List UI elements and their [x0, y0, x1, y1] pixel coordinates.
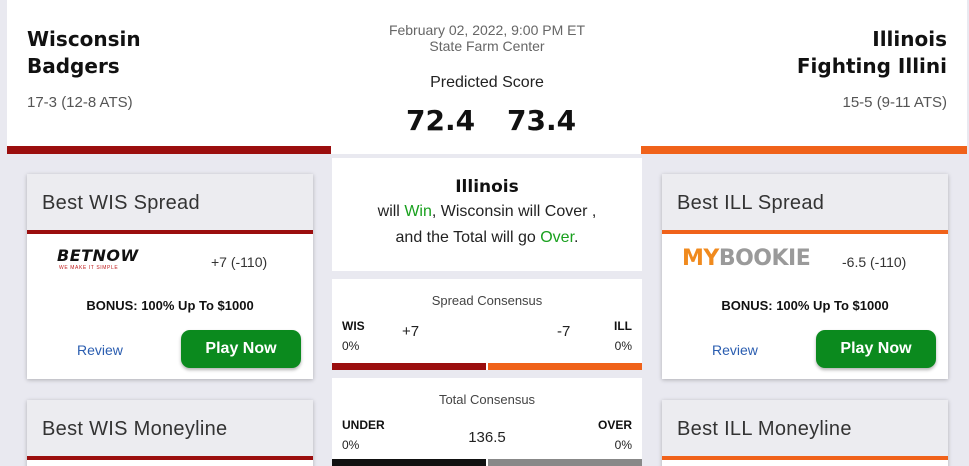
ill-spread-play-now-button[interactable]: Play Now	[816, 330, 936, 368]
spread-left-bar	[332, 363, 486, 370]
total-value: 136.5	[468, 429, 506, 446]
spread-consensus-panel: Spread Consensus WIS 0% +7 -7 ILL 0%	[332, 279, 642, 370]
wis-moneyline-card: Best WIS Moneyline	[27, 400, 313, 466]
pick-team: Illinois	[455, 177, 519, 197]
spread-left-value: +7	[402, 323, 420, 340]
pick-line-2: and the Total will go Over.	[332, 229, 642, 247]
away-team-record: 17-3 (12-8 ATS)	[27, 94, 133, 111]
home-color-bar	[641, 146, 967, 154]
pick-total-result: Over	[540, 229, 575, 246]
spread-right-value: -7	[557, 323, 571, 340]
wis-moneyline-card-rule	[27, 456, 313, 460]
pick-line2-suffix: .	[574, 229, 579, 246]
game-venue: State Farm Center	[429, 38, 545, 54]
betnow-logo[interactable]: BETNOW WE MAKE IT SIMPLE	[57, 246, 139, 271]
pick-line2-prefix: and the Total will go	[395, 229, 541, 246]
ill-moneyline-card-rule	[662, 456, 948, 460]
home-team-name-line1: Illinois	[872, 27, 947, 51]
away-team-block: Wisconsin Badgers 17-3 (12-8 ATS)	[27, 26, 141, 111]
game-date-time: February 02, 2022, 9:00 PM ET	[388, 22, 586, 38]
spread-right-pct: 0%	[614, 339, 632, 353]
home-team-block: Illinois Fighting Illini 15-5 (9-11 ATS)	[797, 26, 947, 111]
wis-spread-play-now-button[interactable]: Play Now	[181, 330, 301, 368]
away-color-bar	[7, 146, 331, 154]
betnow-logo-tagline: WE MAKE IT SIMPLE	[59, 265, 119, 271]
wis-spread-bonus: BONUS: 100% Up To $1000	[86, 298, 254, 313]
ill-spread-card-body: MYBOOKIE -6.5 (-110) BONUS: 100% Up To $…	[662, 234, 948, 376]
total-over-label: OVER	[597, 418, 632, 432]
ill-spread-review-link[interactable]: Review	[712, 342, 758, 358]
total-over-bar	[488, 459, 642, 466]
away-team-name-line2: Badgers	[27, 54, 120, 78]
wis-spread-card: Best WIS Spread BETNOW WE MAKE IT SIMPLE…	[27, 174, 313, 379]
wis-spread-review-link[interactable]: Review	[77, 342, 123, 358]
ill-spread-card-title: Best ILL Spread	[662, 174, 948, 230]
wis-spread-card-title: Best WIS Spread	[27, 174, 313, 230]
mybookie-logo[interactable]: MYBOOKIE	[682, 246, 811, 271]
total-over-pct: 0%	[614, 438, 632, 452]
spread-consensus-title: Spread Consensus	[431, 293, 543, 308]
ill-spread-card: Best ILL Spread MYBOOKIE -6.5 (-110) BON…	[662, 174, 948, 379]
ill-spread-odds: -6.5 (-110)	[842, 254, 907, 270]
game-info: February 02, 2022, 9:00 PM ET State Farm…	[347, 22, 627, 54]
wis-spread-odds: +7 (-110)	[211, 254, 268, 270]
betnow-logo-text: BETNOW	[57, 246, 139, 265]
spread-right-label: ILL	[614, 319, 632, 333]
wis-moneyline-card-title: Best WIS Moneyline	[27, 400, 313, 456]
away-predicted-score: 72.4	[406, 104, 476, 137]
ill-spread-bonus: BONUS: 100% Up To $1000	[721, 298, 889, 313]
wis-spread-card-body: BETNOW WE MAKE IT SIMPLE +7 (-110) BONUS…	[27, 234, 313, 376]
ill-moneyline-card-title: Best ILL Moneyline	[662, 400, 948, 456]
home-team-name-line2: Fighting Illini	[796, 54, 947, 78]
spread-left-label: WIS	[342, 319, 365, 333]
home-team-record: 15-5 (9-11 ATS)	[842, 94, 948, 111]
spread-right-bar	[488, 363, 642, 370]
pick-win-result: Win	[404, 203, 432, 220]
home-predicted-score: 73.4	[507, 104, 577, 137]
pick-line1-prefix: will	[377, 203, 405, 220]
predicted-score-label: Predicted Score	[430, 74, 544, 91]
total-consensus-title: Total Consensus	[438, 392, 536, 407]
total-under-bar	[332, 459, 486, 466]
ill-moneyline-card: Best ILL Moneyline	[662, 400, 948, 466]
total-consensus-panel: Total Consensus UNDER 0% 136.5 OVER 0%	[332, 378, 642, 466]
mybookie-logo-rest: BOOKIE	[718, 246, 811, 271]
away-team-name-line1: Wisconsin	[27, 27, 141, 51]
spread-left-pct: 0%	[342, 339, 360, 353]
pick-line1-suffix: , Wisconsin will Cover ,	[431, 203, 597, 220]
pick-line-1: will Win, Wisconsin will Cover ,	[332, 203, 642, 221]
mybookie-logo-my: MY	[682, 246, 719, 271]
prediction-pick-panel: Illinois will Win, Wisconsin will Cover …	[332, 158, 642, 271]
game-header: Wisconsin Badgers 17-3 (12-8 ATS) Februa…	[7, 0, 967, 154]
